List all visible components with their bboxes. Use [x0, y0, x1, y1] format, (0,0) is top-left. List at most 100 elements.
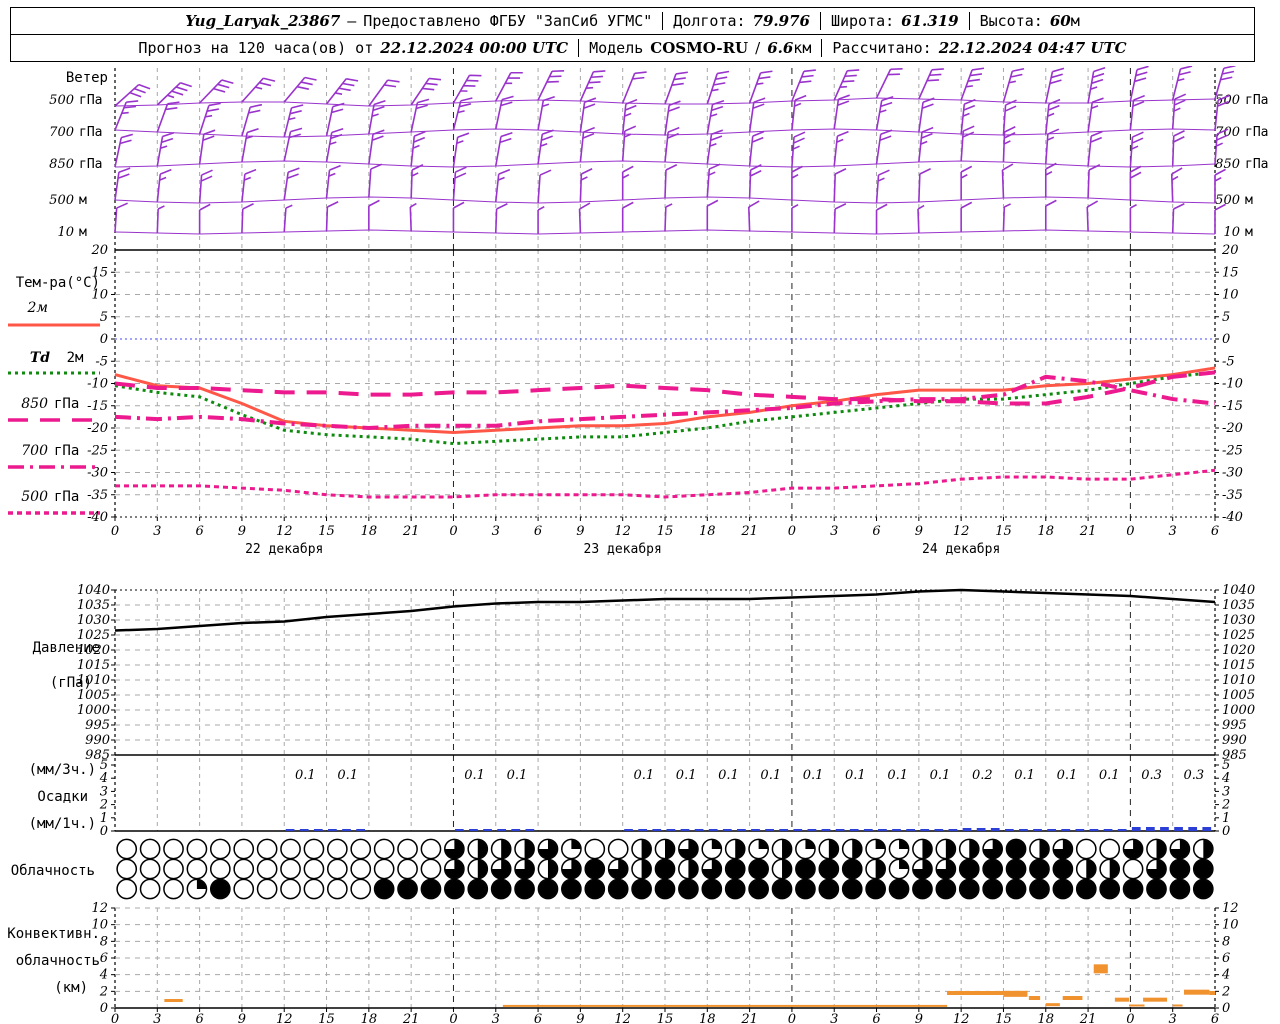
- cloud-fill-full: [421, 879, 441, 899]
- wind-barb: [114, 202, 128, 233]
- cloud-cover-symbol: [139, 858, 161, 880]
- wind-level-unit-left: гПа: [79, 93, 102, 108]
- day-label: 22 декабря: [245, 542, 323, 557]
- wind-level-label-left: 850: [49, 157, 74, 172]
- cloud-fill-full: [866, 879, 885, 899]
- temp-ytick-left: -10: [87, 377, 108, 392]
- precip-amount-label: 0.1: [803, 768, 824, 783]
- convective-cloud-segment: [1003, 990, 1028, 997]
- wind-barb: [410, 164, 424, 199]
- convective-ytick-left: 2: [99, 984, 108, 999]
- wind-barb: [537, 129, 554, 165]
- precip-hourly-bar: [1117, 829, 1127, 831]
- cloud-fill-partial: [899, 839, 909, 849]
- hour-tick-label: 18: [699, 524, 716, 539]
- hour-tick-label: 15: [995, 1012, 1012, 1024]
- hour-tick-label: 18: [1037, 524, 1054, 539]
- precip-hourly-bar: [906, 829, 915, 831]
- cloud-fill-partial: [758, 839, 768, 849]
- cloud-fill-full: [679, 879, 698, 899]
- pressure-ytick-right: 1040: [1222, 583, 1255, 598]
- wind-barb: [368, 199, 380, 230]
- temp-ytick-right: -15: [1222, 399, 1243, 414]
- precip-hourly-bar: [849, 829, 859, 831]
- precip-hourly-bar: [990, 828, 1000, 831]
- temp-ytick-right: -10: [1222, 377, 1243, 392]
- cloud-fill-full: [1170, 859, 1189, 879]
- hour-tick-label: 3: [492, 1012, 500, 1024]
- convective-cloud-segment: [1128, 1004, 1145, 1007]
- convective-cloud-segment: [1209, 991, 1215, 996]
- wind-barb: [198, 102, 221, 135]
- cloud-cover-symbol: [209, 858, 231, 880]
- cloud-cover-symbol: [420, 838, 442, 860]
- provider-label: Предоставлено ФГБУ "ЗапСиб УГМС": [363, 12, 653, 30]
- precip-hourly-bar: [1145, 827, 1155, 831]
- wind-barb: [241, 203, 254, 234]
- hour-tick-label: 15: [318, 524, 335, 539]
- wind-barb: [494, 131, 513, 167]
- precip-hourly-bar: [525, 829, 535, 831]
- hour-tick-label: 18: [1037, 1012, 1054, 1024]
- temperature-panel-label: Тем-ра(°C): [16, 275, 100, 291]
- wind-barb: [1044, 67, 1065, 104]
- cloud-fill-full: [889, 879, 909, 899]
- cloud-fill-partial: [805, 839, 815, 849]
- resolution-value: 6.6: [767, 39, 794, 57]
- pressure-ytick-left: 1010: [77, 673, 110, 688]
- wind-barb: [156, 131, 175, 167]
- wind-barb: [875, 95, 894, 131]
- pressure-ytick-left: 1030: [77, 613, 110, 628]
- convective-cloud-segment: [1183, 989, 1210, 995]
- temp-ytick-left: -30: [87, 466, 108, 481]
- temp-ytick-right: -5: [1222, 354, 1235, 369]
- precip-hourly-bar: [342, 829, 351, 831]
- station-name: Yug_Laryak_23867: [185, 12, 341, 30]
- cloud-fill-partial: [899, 859, 909, 869]
- wind-barb: [452, 166, 467, 201]
- hour-tick-label: 12: [276, 1012, 293, 1024]
- hour-tick-label: 0: [1126, 524, 1134, 539]
- legend-label: 700: [21, 443, 48, 459]
- temp-ytick-right: -25: [1222, 443, 1243, 458]
- convective-cloud-segment: [947, 991, 1004, 996]
- cloud-cover-symbol: [303, 878, 325, 900]
- header-divider: [819, 12, 821, 30]
- latitude-value: 61.319: [901, 12, 959, 30]
- convective-ytick-right: 6: [1222, 951, 1230, 966]
- cloud-cover-symbol: [280, 878, 301, 900]
- cloud-cover-symbol: [186, 858, 208, 880]
- wind-barb: [706, 163, 721, 198]
- hour-tick-label: 9: [915, 524, 923, 539]
- cloud-cover-symbol: [420, 858, 442, 880]
- precip-hourly-bar: [1004, 829, 1014, 831]
- wind-barb: [325, 77, 359, 105]
- hour-tick-label: 0: [449, 524, 457, 539]
- wind-barb: [452, 132, 470, 168]
- wind-barb: [1044, 199, 1057, 230]
- wind-barb: [241, 127, 259, 163]
- cloud-fill-full: [538, 879, 558, 899]
- precip-hourly-bar: [666, 829, 676, 831]
- cloud-fill-full: [960, 879, 979, 899]
- wind-barb: [875, 68, 903, 99]
- wind-barb: [748, 70, 773, 104]
- pressure-ytick-right: 1005: [1222, 688, 1255, 703]
- precip-label-title: Осадки: [37, 789, 88, 805]
- forecast-label: Прогноз на 120 часа(ов) от: [138, 39, 374, 57]
- convective-ytick-right: 0: [1222, 1001, 1230, 1016]
- cloud-fill-full: [1194, 879, 1213, 899]
- wind-barb: [960, 165, 973, 200]
- precip-hourly-bar: [652, 829, 662, 831]
- wind-barb: [1171, 203, 1185, 234]
- cloud-cover-symbol: [326, 858, 348, 880]
- wind-barb: [199, 79, 234, 104]
- hour-tick-label: 6: [1211, 524, 1219, 539]
- precip-hourly-bar: [976, 828, 986, 831]
- wind-barb: [410, 77, 442, 106]
- convective-label-2: облачность: [16, 953, 100, 969]
- precip-hourly-bar: [483, 829, 492, 831]
- cloud-cover-symbol: [186, 838, 208, 860]
- wind-barb: [156, 168, 172, 203]
- wind-barb: [833, 130, 849, 167]
